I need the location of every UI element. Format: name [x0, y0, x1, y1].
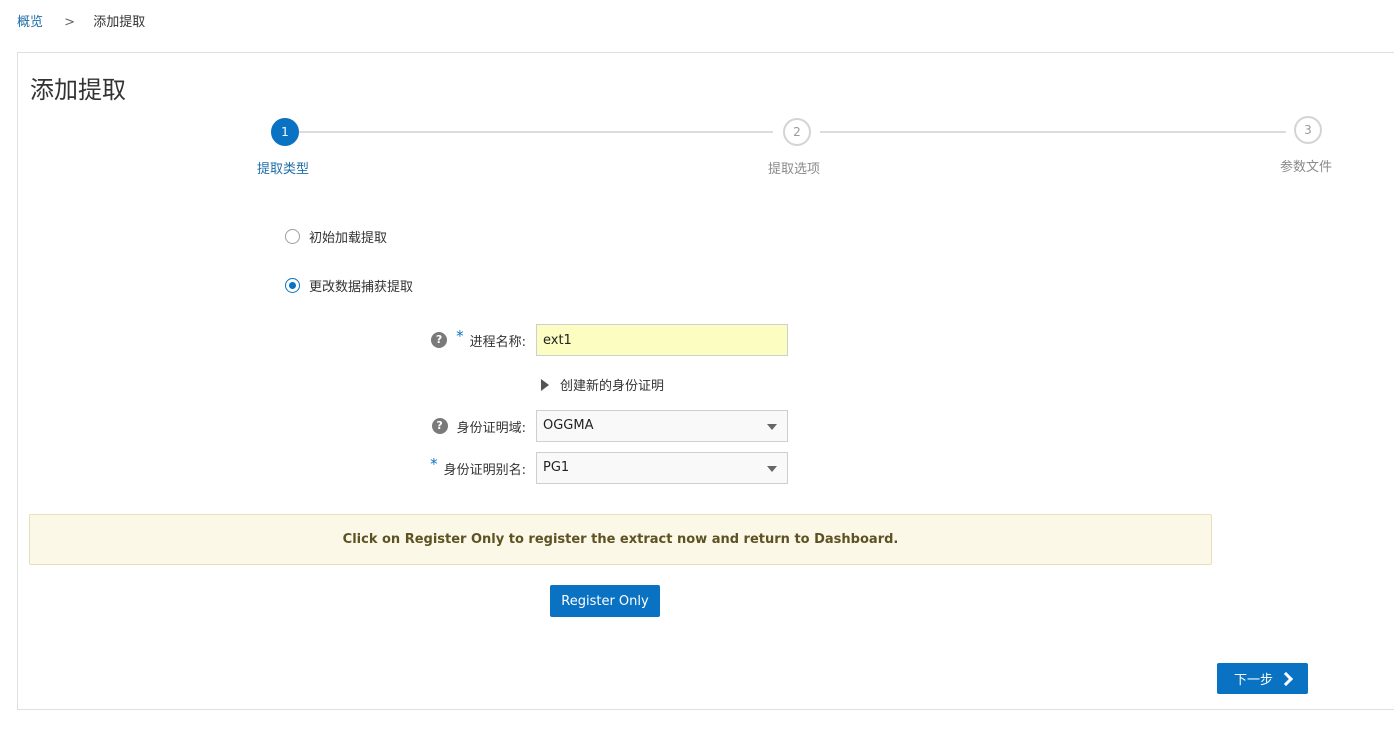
step-connector-1 [299, 131, 773, 133]
step-3-label[interactable]: 参数文件 [1280, 159, 1332, 177]
help-icon[interactable]: ? [431, 332, 448, 348]
radio-button-checked[interactable] [285, 277, 300, 293]
credential-alias-select[interactable]: PG1 [536, 452, 788, 484]
process-name-label: 进程名称: [469, 334, 526, 350]
breadcrumb-separator: > [64, 15, 76, 30]
next-step-label: 下一步 [1233, 673, 1273, 688]
credential-domain-value: OGGMA [543, 418, 594, 433]
page-title: 添加提取 [30, 76, 126, 104]
radio-button-unchecked[interactable] [285, 228, 300, 244]
radio-label-change-data-capture: 更改数据捕获提取 [309, 279, 414, 295]
expand-triangle-icon [541, 378, 549, 391]
register-only-button[interactable]: Register Only [550, 585, 660, 617]
help-icon[interactable]: ? [431, 418, 448, 434]
create-credential-toggle[interactable]: 创建新的身份证明 [541, 375, 664, 394]
breadcrumb: 概览 > 添加提取 [17, 14, 145, 32]
process-name-label-group: ? * 进程名称: [431, 324, 526, 356]
next-step-button[interactable]: 下一步 [1217, 663, 1308, 694]
radio-label-initial-load: 初始加载提取 [309, 230, 388, 246]
required-asterisk: * [456, 327, 464, 345]
radio-initial-load-extract[interactable]: 初始加载提取 [285, 226, 387, 246]
chevron-right-icon [1278, 671, 1294, 686]
credential-domain-label: 身份证明域: [456, 420, 526, 436]
step-1-indicator[interactable]: 1 [271, 118, 299, 146]
main-panel [17, 52, 1394, 710]
create-credential-label: 创建新的身份证明 [560, 379, 665, 394]
breadcrumb-current: 添加提取 [93, 15, 146, 30]
credential-alias-value: PG1 [543, 460, 570, 475]
step-connector-2 [820, 131, 1286, 133]
process-name-input[interactable] [536, 324, 788, 356]
credential-domain-row: ? 身份证明域: OGGMA [400, 410, 788, 442]
process-name-row: ? * 进程名称: [400, 324, 788, 356]
step-3-indicator[interactable]: 3 [1294, 116, 1322, 144]
credential-alias-label-group: * 身份证明别名: [430, 452, 526, 484]
step-2-label[interactable]: 提取选项 [768, 161, 820, 179]
info-message-box: Click on Register Only to register the e… [29, 514, 1212, 565]
credential-alias-label: 身份证明别名: [443, 462, 526, 478]
credential-domain-label-group: ? 身份证明域: [431, 410, 526, 442]
chevron-down-icon [767, 424, 777, 430]
required-asterisk: * [430, 455, 438, 473]
credential-domain-select[interactable]: OGGMA [536, 410, 788, 442]
credential-alias-row: * 身份证明别名: PG1 [400, 452, 788, 484]
info-message-text: Click on Register Only to register the e… [342, 532, 899, 547]
step-1-label[interactable]: 提取类型 [257, 161, 309, 179]
breadcrumb-home-link[interactable]: 概览 [17, 15, 43, 30]
chevron-down-icon [767, 466, 777, 472]
radio-change-data-capture-extract[interactable]: 更改数据捕获提取 [285, 275, 413, 295]
step-2-indicator[interactable]: 2 [783, 118, 811, 146]
